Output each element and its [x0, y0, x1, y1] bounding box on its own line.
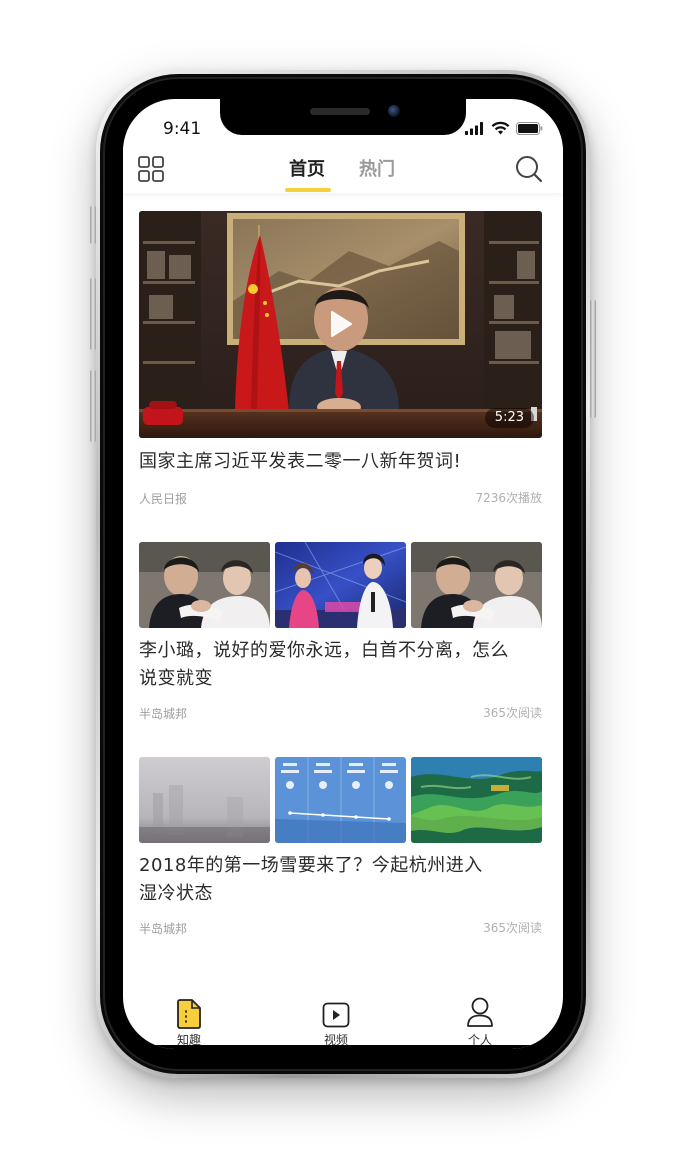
article-source: 半岛城邦: [139, 707, 188, 721]
status-icons: [465, 121, 543, 135]
notch: [220, 99, 466, 135]
mockup-stage: 9:41 首页 热门 5:23 国家主席习近平发表二零一八新年贺词! 人民日报 …: [0, 0, 681, 1173]
video-source: 人民日报: [139, 492, 188, 506]
tab-hot[interactable]: 热门: [359, 155, 395, 181]
article-title-line: 湿冷状态: [139, 883, 213, 904]
video-icon: [322, 1002, 350, 1028]
speaker-grille: [310, 108, 370, 115]
video-thumbnail[interactable]: 5:23: [139, 211, 542, 438]
foggy-city-image: [139, 757, 270, 843]
tabbar-item-video[interactable]: 视频: [314, 1002, 358, 1048]
article-thumbnail[interactable]: [139, 542, 270, 628]
weather-radar-map-image: [411, 757, 542, 843]
article-read-count: 365次阅读: [483, 921, 542, 935]
tabbar-item-zhiqu[interactable]: 知趣: [167, 999, 211, 1048]
wifi-icon: [491, 121, 510, 135]
wedding-photo-image: [139, 542, 270, 628]
tabbar-item-profile[interactable]: 个人: [458, 997, 502, 1048]
article-title-line: 说变就变: [139, 668, 213, 689]
article-source: 半岛城邦: [139, 922, 188, 936]
article-title-line: 2018年的第一场雪要来了？今起杭州进入: [139, 855, 483, 876]
video-play-count: 7236次播放: [475, 491, 542, 505]
article-thumbnail[interactable]: [275, 542, 406, 628]
article-thumbnail[interactable]: [411, 757, 542, 843]
app-screen: 9:41 首页 热门 5:23 国家主席习近平发表二零一八新年贺词! 人民日报 …: [123, 99, 563, 1049]
person-icon: [467, 997, 493, 1027]
weather-forecast-image: [275, 757, 406, 843]
power-button: [590, 300, 596, 418]
screen-bottom-edge: [123, 1045, 563, 1049]
battery-icon: [516, 121, 543, 135]
article-thumbnail[interactable]: [411, 542, 542, 628]
category-grid-icon[interactable]: [138, 156, 164, 182]
wedding-photo-image: [411, 542, 542, 628]
video-title[interactable]: 国家主席习近平发表二零一八新年贺词!: [139, 448, 549, 476]
top-nav-bar: 首页 热门: [123, 147, 563, 193]
play-icon[interactable]: [329, 310, 353, 338]
article-title[interactable]: 李小璐，说好的爱你永远，白首不分离，怎么 说变就变: [139, 637, 549, 693]
signal-icon: [465, 121, 483, 135]
video-duration-badge: 5:23: [484, 408, 534, 428]
active-tab-indicator: [285, 188, 331, 192]
article-thumbnail[interactable]: [139, 757, 270, 843]
front-camera: [388, 105, 400, 117]
tab-home[interactable]: 首页: [289, 155, 325, 181]
article-thumbnail[interactable]: [275, 757, 406, 843]
document-icon: [177, 999, 201, 1029]
article-title[interactable]: 2018年的第一场雪要来了？今起杭州进入 湿冷状态: [139, 852, 549, 908]
stage-performance-image: [275, 542, 406, 628]
article-title-line: 李小璐，说好的爱你永远，白首不分离，怎么: [139, 640, 509, 661]
status-time: 9:41: [163, 119, 202, 139]
search-icon[interactable]: [515, 155, 543, 183]
article-read-count: 365次阅读: [483, 706, 542, 720]
